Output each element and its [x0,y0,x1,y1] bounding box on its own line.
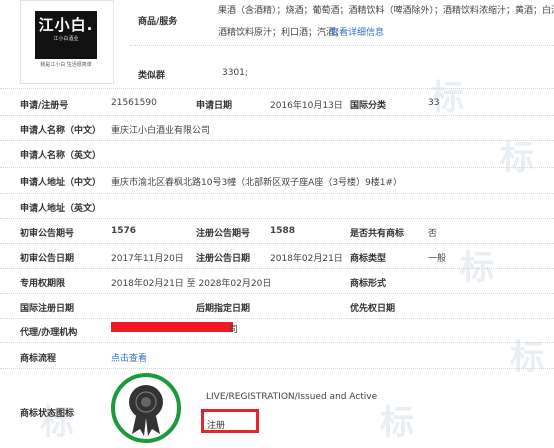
mark-type-value: 一般 [428,254,447,264]
exclusive-period-value: 2018年02月21日 至 2028年02月20日 [111,279,272,289]
reg-pub-date-label: 注册公告日期 [196,254,251,264]
similar-group-label: 类似群 [138,71,166,81]
goods-services-line1: 果酒（含酒精）；烧酒；葡萄酒；酒精饮料（啤酒除外）；酒精饮料浓缩汁；黄酒；白酒； [218,6,554,16]
watermark-char: 标 [510,338,544,378]
applicant-cn-label: 申请人名称（中文） [20,126,102,136]
status-chinese: 注册 [207,421,226,431]
redacted-agent-name [111,322,233,332]
process-label: 商标流程 [20,354,57,364]
reg-pub-no-value: 1588 [270,226,296,236]
reg-no-label: 申请/注册号 [20,101,69,111]
prelim-pub-no-label: 初审公告期号 [20,229,75,239]
divider [0,243,554,244]
divider [0,115,554,116]
agent-name-tail: 司 [229,325,239,335]
watermark-char: 标 [500,138,534,178]
mark-form-label: 商标形式 [350,279,387,289]
prelim-pub-no-value: 1576 [111,226,137,236]
status-english: LIVE/REGISTRATION/Issued and Active [206,392,378,402]
address-en-label: 申请人地址（英文） [20,204,102,214]
prelim-pub-date-value: 2017年11月20日 [111,254,184,264]
similar-group-value: 3301; [222,68,248,78]
exclusive-period-label: 专用权期限 [20,279,66,289]
mark-type-label: 商标类型 [350,254,387,264]
status-badge: 注册 [201,409,259,433]
intl-reg-date-label: 国际注册日期 [20,304,75,314]
address-cn-value: 重庆市渝北区春枫北路10号3幢（北部新区双子座A座（3号楼）9楼1#） [111,178,403,188]
view-details-link[interactable]: 查看详细信息 [330,25,384,38]
watermark-char: 标 [380,403,414,443]
brand-tagline: 我是江小白 生活很简单 [40,62,92,68]
divider [0,368,554,369]
trademark-image: 江小白. 江小白酒业 我是江小白 生活很简单 [20,0,114,84]
divider [0,167,554,168]
brand-logo: 江小白. 江小白酒业 [35,11,97,59]
prelim-pub-date-label: 初审公告日期 [20,254,75,264]
brand-logo-text: 江小白. [38,16,94,34]
divider [0,293,554,294]
status-icon-label: 商标状态图标 [20,409,75,419]
reg-pub-date-value: 2018年02月21日 [270,254,343,264]
agent-label: 代理/办理机构 [20,328,78,338]
divider [0,88,554,89]
applicant-cn-value: 重庆江小白酒业有限公司 [111,126,211,136]
shared-mark-label: 是否共有商标 [350,229,405,239]
reg-no-value: 21561590 [111,98,157,108]
intl-class-value: 33 [428,98,440,108]
watermark-char: 标 [430,78,464,118]
shared-mark-value: 否 [428,229,438,239]
divider [0,193,554,194]
goods-services-line2: 酒精饮料原汁；利口酒；汽酒； [218,28,345,38]
reg-pub-no-label: 注册公告期号 [196,229,251,239]
intl-class-label: 国际分类 [350,101,387,111]
apply-date-label: 申请日期 [196,101,233,111]
watermark-char: 标 [460,248,494,288]
divider [0,342,554,343]
divider [0,318,554,319]
divider [0,140,554,141]
address-cn-label: 申请人地址（中文） [20,178,102,188]
divider [0,218,554,219]
apply-date-value: 2016年10月13日 [270,101,343,111]
priority-date-label: 优先权日期 [350,304,396,314]
applicant-en-label: 申请人名称（英文） [20,151,102,161]
process-view-link[interactable]: 点击查看 [111,351,147,364]
watermark-char: 标 [40,403,74,443]
later-designation-date-label: 后期指定日期 [196,304,251,314]
divider [130,45,554,46]
goods-services-label: 商品/服务 [138,17,178,27]
brand-logo-subtext: 江小白酒业 [53,36,79,42]
status-seal-icon [111,373,181,443]
divider [0,268,554,269]
